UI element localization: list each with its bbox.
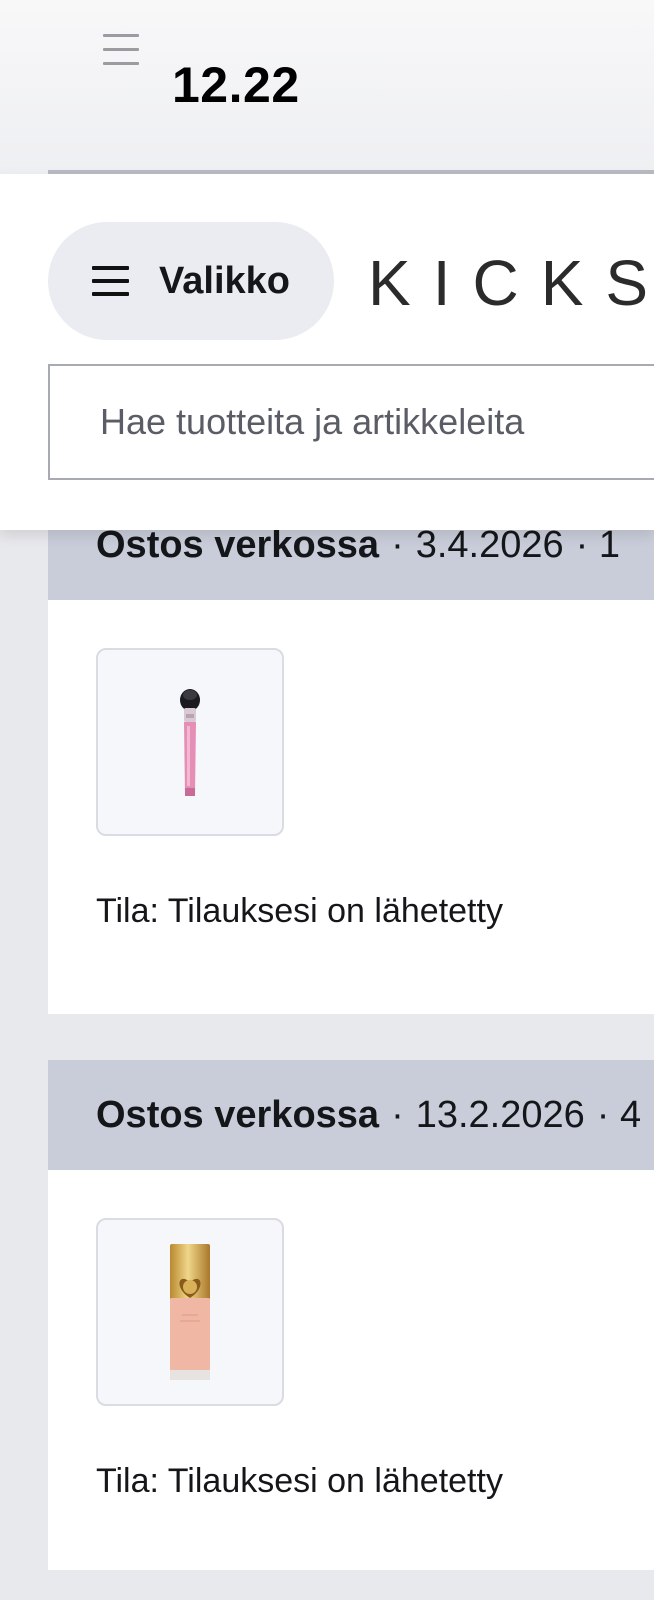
foundation-bottle-image xyxy=(170,1244,210,1380)
makeup-brush-image xyxy=(180,689,200,796)
order-status: Tila: Tilauksesi on lähetetty xyxy=(96,892,503,930)
brand-logo[interactable]: KICKS xyxy=(368,246,654,320)
divider xyxy=(48,170,654,174)
order-status: Tila: Tilauksesi on lähetetty xyxy=(96,1462,503,1500)
search-input[interactable] xyxy=(50,366,654,478)
order-header: Ostos verkossa · 13.2.2026 · 4 xyxy=(48,1060,654,1170)
hamburger-icon[interactable] xyxy=(103,34,139,66)
order-separator: · xyxy=(391,1093,404,1136)
menu-button-label: Valikko xyxy=(159,259,290,302)
menu-button[interactable]: Valikko xyxy=(48,222,334,340)
order-date-tail: · 4 xyxy=(596,1093,642,1136)
status-time: 12.22 xyxy=(172,57,300,113)
product-thumbnail-foundation[interactable] xyxy=(96,1218,284,1406)
product-thumbnail-brush[interactable] xyxy=(96,648,284,836)
hamburger-icon xyxy=(92,266,129,296)
order-card[interactable]: Ostos verkossa · 13.2.2026 · 4 Tila: Til… xyxy=(48,1060,654,1570)
status-bar: 12.22 xyxy=(0,0,654,175)
search-box[interactable] xyxy=(48,364,654,480)
order-card[interactable]: Ostos verkossa · 3.4.2026 · 1 Tila: Tila… xyxy=(48,490,654,1014)
order-channel: Ostos verkossa xyxy=(96,1093,380,1136)
order-date: 13.2.2026 xyxy=(415,1093,585,1136)
site-header: Valikko KICKS xyxy=(0,170,654,530)
